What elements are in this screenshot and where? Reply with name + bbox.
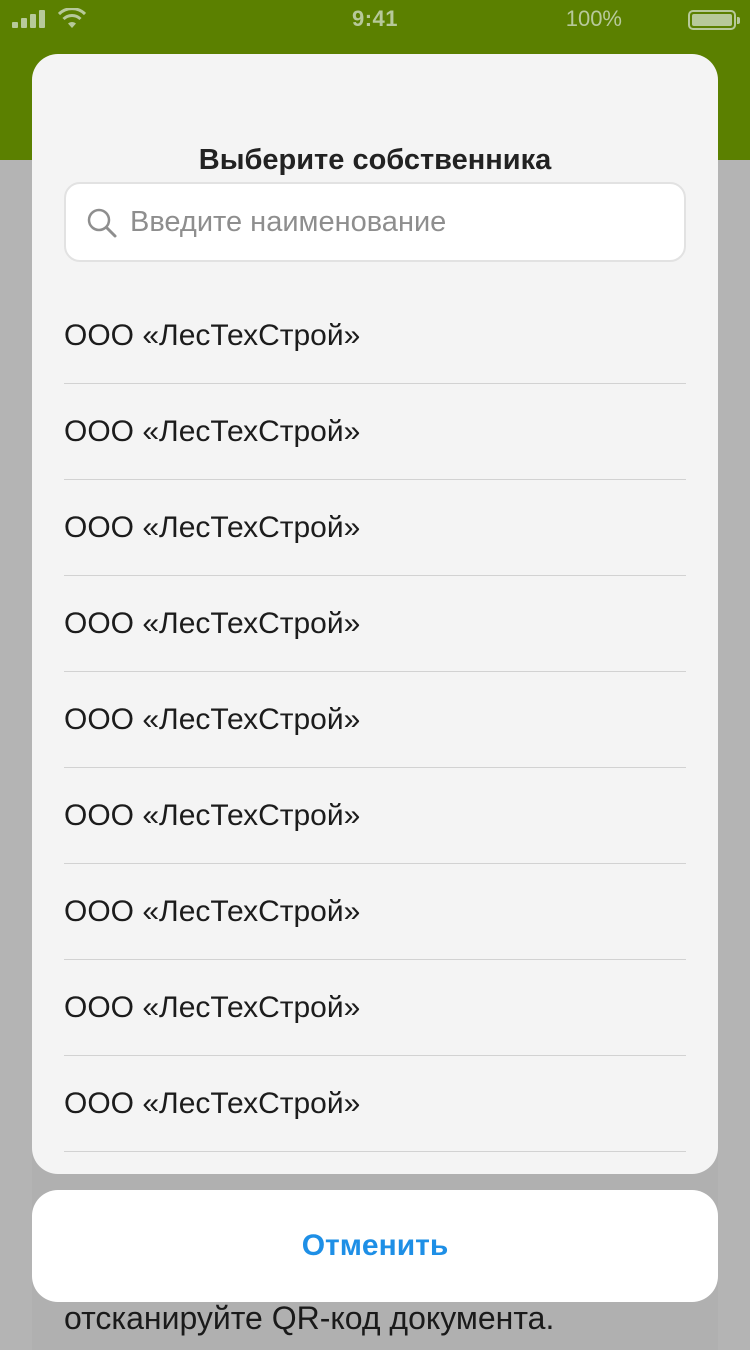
owner-list-item[interactable]: ООО «ЛесТехСтрой» <box>64 768 686 864</box>
background-hint-text: отсканируйте QR-код документа. <box>64 1300 555 1336</box>
owner-list-item[interactable]: ООО «ЛесТехСтрой» <box>64 576 686 672</box>
battery-icon <box>688 10 740 30</box>
owner-list-item[interactable]: ООО «ЛесТехСтрой» <box>64 384 686 480</box>
owner-list: ООО «ЛесТехСтрой» ООО «ЛесТехСтрой» ООО «Л… <box>64 288 686 1152</box>
owner-list-item[interactable]: ООО «ЛесТехСтрой» <box>64 672 686 768</box>
owner-list-item[interactable]: ООО «ЛесТехСтрой» <box>64 864 686 960</box>
owner-list-item[interactable]: ООО «ЛесТехСтрой» <box>64 288 686 384</box>
owner-picker-sheet: Выберите собственника ООО «ЛесТехСтрой»О… <box>32 54 718 1174</box>
search-field[interactable] <box>64 182 686 262</box>
search-input[interactable] <box>130 184 670 260</box>
owner-list-item[interactable]: ООО «ЛесТехСтрой» <box>64 960 686 1056</box>
status-time: 9:41 <box>351 6 399 31</box>
status-bar: 9:41 100% <box>0 0 750 40</box>
owner-list-item[interactable]: ООО «ЛесТехСтрой» <box>64 1056 686 1152</box>
cancel-button[interactable]: Отменить <box>32 1190 718 1302</box>
search-icon <box>87 208 117 238</box>
picker-title: Выберите собственника <box>198 144 552 176</box>
battery-percentage: 100% <box>565 6 622 31</box>
owner-list-item[interactable]: ООО «ЛесТехСтрой» <box>64 480 686 576</box>
